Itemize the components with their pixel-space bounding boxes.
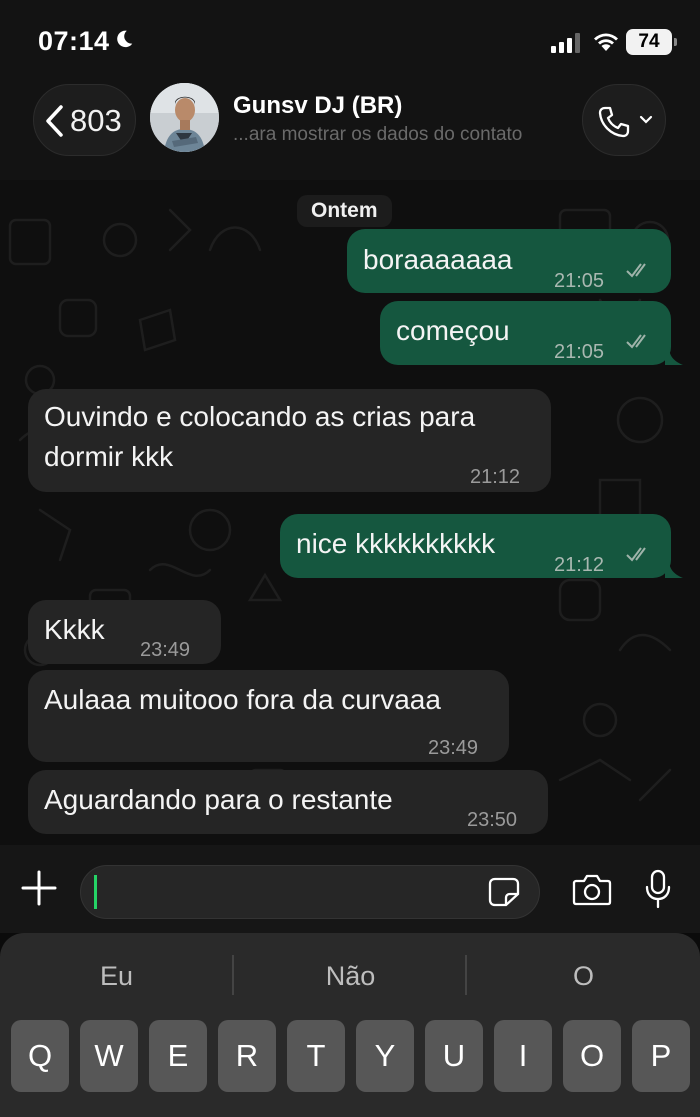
message-time: 21:05 [554,341,605,363]
signal-icon [551,33,580,53]
sticker-icon[interactable] [488,877,520,907]
text-caret [94,875,97,909]
key-e[interactable]: E [149,1020,207,1092]
bubble-tail [665,560,683,578]
key-p[interactable]: P [632,1020,690,1092]
contact-avatar[interactable] [150,83,219,152]
phone-icon [598,106,630,138]
message-text: Aulaaa muitooo fora da curvaaa [44,684,441,715]
key-t[interactable]: T [287,1020,345,1092]
key-q[interactable]: Q [11,1020,69,1092]
plus-icon[interactable] [20,869,58,907]
chat-area[interactable]: Ontem boraaaaaaa 21:05 começou 21:05 Ouv… [0,180,700,845]
double-check-icon [626,547,646,562]
key-u[interactable]: U [425,1020,483,1092]
wifi-icon [594,33,618,51]
message-time: 23:50 [467,809,518,831]
microphone-icon[interactable] [644,869,672,909]
contact-name[interactable]: Gunsv DJ (BR) [233,92,402,120]
key-o[interactable]: O [563,1020,621,1092]
message-text-line: dormir kkk [44,441,174,472]
message-bubble-incoming[interactable]: Aulaaa muitooo fora da curvaaa 23:49 [28,670,509,762]
moon-icon [117,30,133,48]
chevron-left-icon [46,105,63,137]
message-time: 21:05 [554,270,605,292]
message-text: Kkkk [44,614,105,645]
message-text-line: Ouvindo e colocando as crias para [44,401,476,432]
key-w[interactable]: W [80,1020,138,1092]
suggestion-3[interactable]: O [467,961,700,992]
date-separator: Ontem [297,195,392,227]
chat-header: 803 Gunsv DJ (BR) ...ara mostrar os dado… [0,80,700,180]
bubble-tail [665,347,683,365]
message-bubble-outgoing[interactable]: começou 21:05 [380,301,683,365]
camera-icon[interactable] [572,873,612,907]
status-bar: 07:14 74 [0,0,700,80]
message-time: 23:49 [428,737,479,759]
battery-icon: 74 [626,29,677,55]
message-time: 21:12 [470,466,521,488]
key-i[interactable]: I [494,1020,552,1092]
message-bubble-outgoing[interactable]: boraaaaaaa 21:05 [347,229,671,293]
input-bar [0,845,700,933]
message-bubble-outgoing[interactable]: nice kkkkkkkkkk 21:12 [280,514,683,578]
message-text: começou [396,315,510,346]
message-text: boraaaaaaa [363,244,513,275]
contact-subtitle[interactable]: ...ara mostrar os dados do contato [233,124,522,146]
call-button[interactable] [582,84,666,156]
key-r[interactable]: R [218,1020,276,1092]
double-check-icon [626,334,646,349]
key-y[interactable]: Y [356,1020,414,1092]
message-bubble-incoming[interactable]: Kkkk 23:49 [28,600,221,664]
suggestion-1[interactable]: Eu [0,961,233,992]
chevron-down-icon [639,115,653,124]
unread-count: 803 [70,103,122,138]
suggestion-2[interactable]: Não [234,961,467,992]
keyboard: Eu Não O Q W E R T Y U I O P [0,933,700,1117]
double-check-icon [626,263,646,278]
avatar-photo [150,83,219,152]
message-time: 23:49 [140,639,191,661]
back-button[interactable]: 803 [33,84,136,156]
message-input[interactable] [80,865,540,919]
message-text: nice kkkkkkkkkk [296,528,496,559]
message-text: Aguardando para o restante [44,784,393,815]
message-bubble-incoming[interactable]: Ouvindo e colocando as crias para dormir… [28,389,551,492]
message-bubble-incoming[interactable]: Aguardando para o restante 23:50 [28,770,548,834]
message-time: 21:12 [554,554,605,576]
status-time: 07:14 [38,26,110,56]
